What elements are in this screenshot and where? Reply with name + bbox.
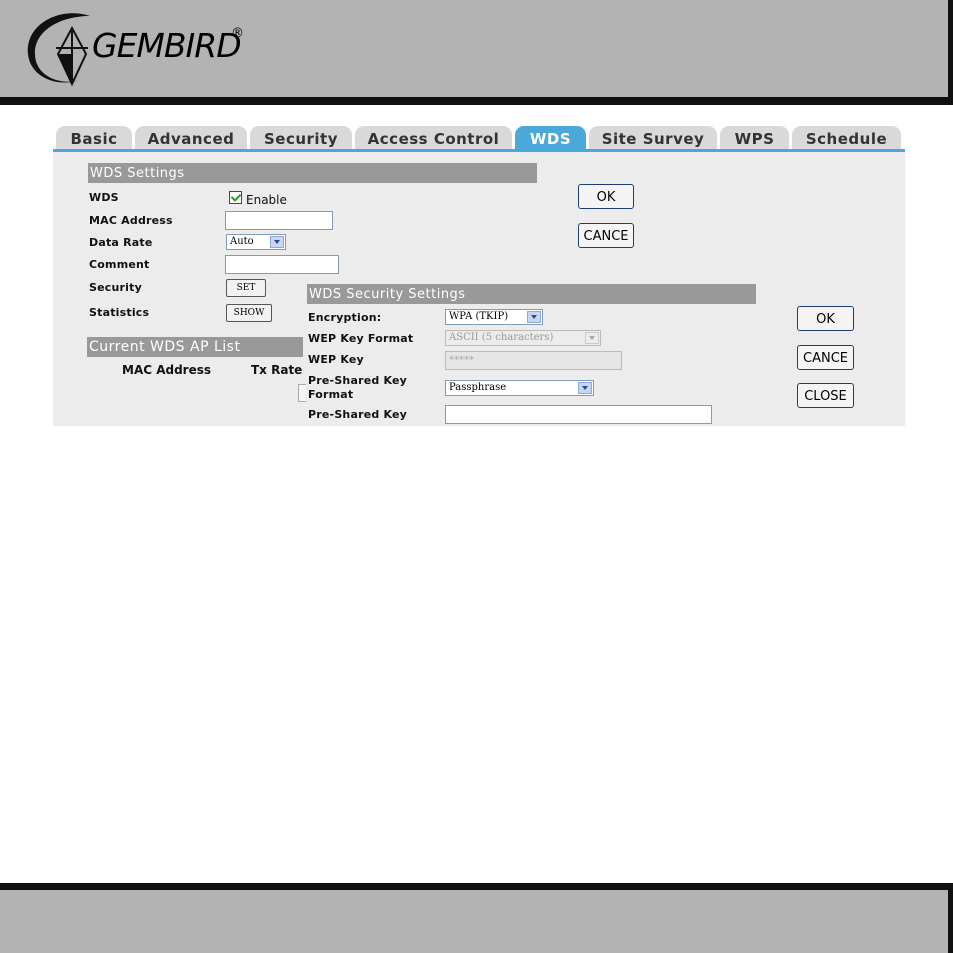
ap-list-header: Current WDS AP List	[87, 337, 303, 357]
psk-format-label-line1: Pre-Shared Key	[308, 374, 408, 387]
encryption-label: Encryption:	[308, 311, 382, 324]
security-settings-header: WDS Security Settings	[307, 284, 756, 304]
header-divider	[0, 97, 953, 105]
wds-cancel-button[interactable]: CANCE	[578, 223, 634, 248]
chevron-down-icon	[585, 332, 599, 344]
psk-label: Pre-Shared Key	[308, 408, 408, 421]
tab-wds[interactable]: WDS	[515, 126, 586, 150]
encryption-value: WPA (TKIP)	[449, 311, 509, 322]
tab-wps[interactable]: WPS	[720, 126, 789, 150]
data-rate-label: Data Rate	[89, 236, 153, 249]
tab-schedule[interactable]: Schedule	[792, 126, 901, 150]
tab-access-control[interactable]: Access Control	[355, 126, 512, 150]
ap-list-col-rate: Tx Rate	[251, 363, 303, 377]
wds-label: WDS	[89, 191, 119, 204]
psk-format-value: Passphrase	[449, 382, 507, 393]
psk-format-label-line2: Format	[308, 388, 354, 401]
psk-format-select[interactable]: Passphrase	[445, 380, 594, 396]
wep-key-format-select[interactable]: ASCII (5 characters)	[445, 330, 601, 346]
footer-border	[948, 890, 953, 953]
mac-address-label: MAC Address	[89, 214, 173, 227]
tab-basic[interactable]: Basic	[56, 126, 132, 150]
enable-label: Enable	[246, 193, 287, 207]
mac-address-input[interactable]	[225, 211, 333, 230]
wds-settings-header: WDS Settings	[88, 163, 537, 183]
chevron-down-icon	[578, 382, 592, 394]
psk-input[interactable]	[445, 405, 712, 424]
logo-text: GEMBIRD	[92, 26, 242, 65]
footer-banner	[0, 890, 953, 953]
wep-key-input[interactable]: *****	[445, 351, 622, 370]
security-close-button[interactable]: CLOSE	[797, 383, 854, 408]
wep-key-format-label: WEP Key Format	[308, 332, 414, 345]
wds-enable-checkbox[interactable]	[229, 191, 242, 204]
wep-key-label: WEP Key	[308, 353, 364, 366]
comment-label: Comment	[89, 258, 150, 271]
tab-advanced[interactable]: Advanced	[135, 126, 247, 150]
statistics-label: Statistics	[89, 306, 150, 319]
chevron-down-icon	[527, 311, 541, 323]
security-cancel-button[interactable]: CANCE	[797, 345, 854, 370]
tab-site-survey[interactable]: Site Survey	[589, 126, 717, 150]
ap-list-col-mac: MAC Address	[122, 363, 212, 377]
security-set-button[interactable]: SET	[226, 279, 266, 297]
data-rate-value: Auto	[230, 236, 254, 247]
data-rate-select[interactable]: Auto	[226, 234, 286, 250]
comment-input[interactable]	[225, 255, 339, 274]
security-ok-button[interactable]: OK	[797, 306, 854, 331]
gembird-logo-icon	[27, 13, 90, 87]
wep-key-format-value: ASCII (5 characters)	[449, 332, 554, 343]
wds-ok-button[interactable]: OK	[578, 184, 634, 209]
statistics-show-button[interactable]: SHOW	[226, 304, 272, 322]
tab-security[interactable]: Security	[250, 126, 352, 150]
logo-registered-mark: ®	[231, 26, 244, 41]
chevron-down-icon	[270, 236, 284, 248]
header-border	[948, 0, 953, 100]
security-label: Security	[89, 281, 142, 294]
encryption-select[interactable]: WPA (TKIP)	[445, 309, 543, 325]
